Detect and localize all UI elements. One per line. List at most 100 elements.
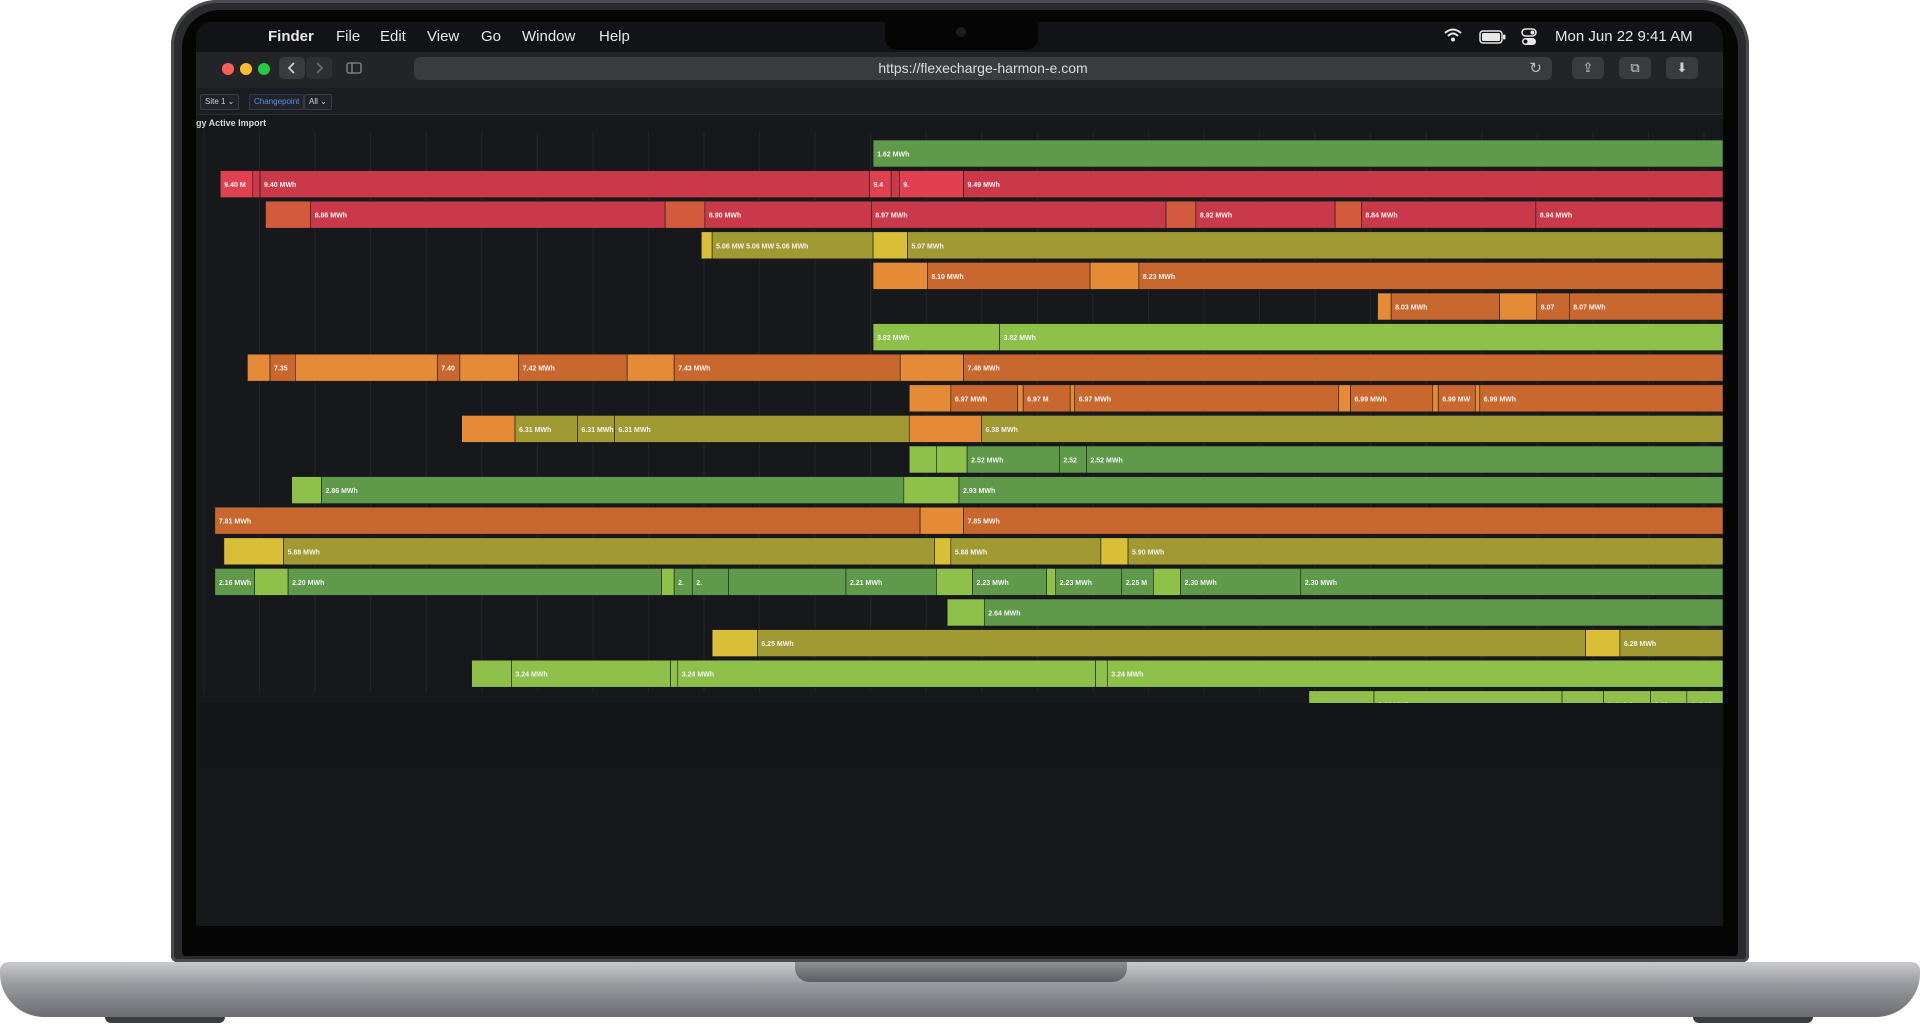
timeline-segment[interactable] xyxy=(247,353,271,382)
timeline-segment[interactable] xyxy=(677,659,1096,688)
timeline-segment[interactable] xyxy=(963,353,1724,382)
reload-icon[interactable]: ↻ xyxy=(1529,57,1542,80)
timeline-segment[interactable] xyxy=(1095,659,1108,688)
timeline-segment[interactable] xyxy=(728,568,847,596)
sidebar-toggle-button[interactable] xyxy=(341,57,367,79)
timeline-segment[interactable] xyxy=(310,200,666,229)
timeline-segment[interactable] xyxy=(283,537,935,566)
timeline-segment[interactable] xyxy=(1153,568,1181,596)
timeline-segment[interactable] xyxy=(459,353,519,382)
timeline-segment[interactable] xyxy=(614,415,910,443)
control-center-icon[interactable] xyxy=(1521,28,1537,50)
segment-label: 2.52 MWh xyxy=(1090,458,1122,465)
menu-go[interactable]: Go xyxy=(481,28,501,45)
timeline-segment[interactable] xyxy=(908,445,937,474)
timeline-segment[interactable] xyxy=(872,262,928,290)
timeline-segment[interactable] xyxy=(890,170,900,198)
menubar-datetime[interactable]: Mon Jun 22 9:41 AM xyxy=(1555,28,1693,45)
timeline-segment[interactable] xyxy=(958,476,1723,504)
timeline-segment[interactable] xyxy=(919,506,964,535)
address-bar[interactable]: https://flexecharge-harmon-e.com ↻ xyxy=(414,57,1552,80)
timeline-segment[interactable] xyxy=(1432,384,1439,413)
timeline-segment[interactable] xyxy=(903,476,960,504)
timeline-segment[interactable] xyxy=(934,537,952,566)
timeline-segment[interactable] xyxy=(1086,445,1723,474)
timeline-segment[interactable] xyxy=(626,353,675,382)
timeline-segment[interactable] xyxy=(936,445,968,474)
timeline-segment[interactable] xyxy=(259,170,870,198)
timeline-segment[interactable] xyxy=(1017,384,1024,413)
menu-edit[interactable]: Edit xyxy=(380,28,406,45)
timeline-segment[interactable] xyxy=(461,415,516,443)
timeline-segment[interactable] xyxy=(1089,262,1140,290)
timeline-segment[interactable] xyxy=(1046,568,1057,596)
timeline-segment[interactable] xyxy=(1300,568,1723,596)
timeline-segment[interactable] xyxy=(1138,262,1723,290)
timeline-segment[interactable] xyxy=(291,476,322,504)
timeline-segment[interactable] xyxy=(1479,384,1723,413)
site-filter[interactable]: Site 1 ⌄ xyxy=(200,94,240,110)
timeline-segment[interactable] xyxy=(983,598,1723,627)
changepoint-filter[interactable]: All ⌄ xyxy=(304,94,332,110)
timeline-segment[interactable] xyxy=(1074,384,1340,413)
timeline-segment[interactable] xyxy=(870,200,1167,229)
segment-label: 8.03 MWh xyxy=(1395,305,1427,312)
timeline-segment[interactable] xyxy=(1338,384,1351,413)
timeline-segment[interactable] xyxy=(471,659,512,688)
download-icon[interactable]: ⬇ xyxy=(1666,57,1698,79)
timeline-segment[interactable] xyxy=(1127,537,1723,566)
menu-help[interactable]: Help xyxy=(599,28,630,45)
timeline-segment[interactable] xyxy=(963,170,1724,198)
timeline-segment[interactable] xyxy=(999,323,1723,351)
timeline-segment[interactable] xyxy=(757,629,1586,657)
timeline-segment[interactable] xyxy=(908,415,982,443)
timeline-segment[interactable] xyxy=(1474,384,1481,413)
segment-label: 2.23 MWh xyxy=(1060,580,1092,587)
timeline-segment[interactable] xyxy=(1334,200,1362,229)
timeline-segment[interactable] xyxy=(254,568,289,596)
app-name[interactable]: Finder xyxy=(268,28,314,45)
timeline-segment[interactable] xyxy=(1069,384,1076,413)
timeline-segment[interactable] xyxy=(252,170,261,198)
timeline-segment[interactable] xyxy=(908,384,952,413)
battery-icon[interactable] xyxy=(1479,30,1507,48)
timeline-segment[interactable] xyxy=(670,659,679,688)
segment-label: 7.35 xyxy=(274,366,288,373)
timeline-segment[interactable] xyxy=(981,415,1723,443)
timeline-segment[interactable] xyxy=(1585,629,1621,657)
timeline-segment[interactable] xyxy=(872,139,1723,168)
zoom-window-button[interactable] xyxy=(258,63,270,75)
timeline-segment[interactable] xyxy=(287,568,662,596)
timeline-segment[interactable] xyxy=(321,476,905,504)
timeline-segment[interactable] xyxy=(946,598,985,627)
menu-window[interactable]: Window xyxy=(522,28,575,45)
tabs-icon[interactable]: ⧉ xyxy=(1619,57,1651,79)
timeline-segment[interactable] xyxy=(223,537,284,566)
minimize-window-button[interactable] xyxy=(240,63,252,75)
timeline-segment[interactable] xyxy=(907,231,1723,260)
share-icon[interactable]: ⇪ xyxy=(1572,57,1604,79)
timeline-segment[interactable] xyxy=(1499,292,1538,321)
forward-button[interactable] xyxy=(306,57,332,79)
timeline-segment[interactable] xyxy=(963,506,1724,535)
menu-view[interactable]: View xyxy=(427,28,459,45)
timeline-segment[interactable] xyxy=(1377,292,1392,321)
timeline-segment[interactable] xyxy=(700,231,713,260)
timeline-segment[interactable] xyxy=(872,231,908,260)
timeline-segment[interactable] xyxy=(1106,659,1723,688)
segment-label: 8.07 MWh xyxy=(1573,305,1605,312)
timeline-segment[interactable] xyxy=(295,353,438,382)
timeline-segment[interactable] xyxy=(899,353,964,382)
close-window-button[interactable] xyxy=(222,63,234,75)
timeline-segment[interactable] xyxy=(661,568,675,596)
timeline-segment[interactable] xyxy=(1165,200,1197,229)
timeline-segment[interactable] xyxy=(265,200,311,229)
timeline-segment[interactable] xyxy=(711,629,758,657)
menu-file[interactable]: File xyxy=(336,28,360,45)
wifi-icon[interactable] xyxy=(1443,27,1463,47)
timeline-segment[interactable] xyxy=(214,506,921,535)
timeline-segment[interactable] xyxy=(1100,537,1129,566)
timeline-segment[interactable] xyxy=(936,568,973,596)
back-button[interactable] xyxy=(279,57,305,79)
timeline-segment[interactable] xyxy=(664,200,706,229)
